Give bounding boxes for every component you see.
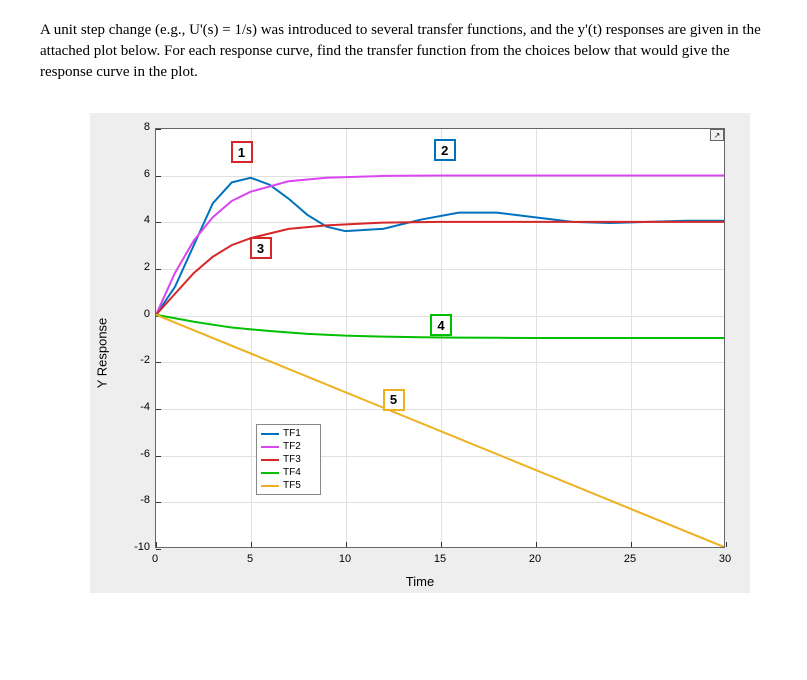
x-axis-label: Time xyxy=(406,574,434,589)
legend-label: TF1 xyxy=(283,428,301,439)
curve-TF2 xyxy=(156,175,724,314)
legend-label: TF4 xyxy=(283,467,301,478)
legend-label: TF5 xyxy=(283,480,301,491)
x-tick-label: 5 xyxy=(247,553,253,565)
curve-label-3: 3 xyxy=(250,237,272,259)
x-tick-label: 15 xyxy=(434,553,446,565)
legend-item: TF4 xyxy=(261,466,316,479)
curve-label-2: 2 xyxy=(434,139,456,161)
legend-swatch xyxy=(261,433,279,435)
legend-item: TF1 xyxy=(261,427,316,440)
chart-container: Y Response Time ↗ 12345TF1TF2TF3TF4TF5 -… xyxy=(90,113,750,593)
curve-label-1: 1 xyxy=(231,141,253,163)
legend-item: TF5 xyxy=(261,479,316,492)
legend: TF1 TF2 TF3 TF4 TF5 xyxy=(256,424,321,495)
x-tick-label: 20 xyxy=(529,553,541,565)
legend-swatch xyxy=(261,485,279,487)
legend-swatch xyxy=(261,446,279,448)
curves-svg xyxy=(156,129,724,547)
y-tick-label: 0 xyxy=(128,308,150,320)
y-tick-label: -2 xyxy=(128,354,150,366)
y-axis-label: Y Response xyxy=(95,318,110,389)
x-tick-label: 10 xyxy=(339,553,351,565)
legend-item: TF3 xyxy=(261,453,316,466)
y-tick-label: -4 xyxy=(128,401,150,413)
legend-swatch xyxy=(261,472,279,474)
x-tick-label: 30 xyxy=(719,553,731,565)
legend-item: TF2 xyxy=(261,440,316,453)
y-tick-label: 8 xyxy=(128,121,150,133)
curve-TF1 xyxy=(156,178,724,315)
curve-label-5: 5 xyxy=(383,389,405,411)
y-tick-label: -6 xyxy=(128,448,150,460)
y-tick-label: -10 xyxy=(128,541,150,553)
curve-TF5 xyxy=(156,315,724,547)
legend-swatch xyxy=(261,459,279,461)
plot-area: ↗ 12345TF1TF2TF3TF4TF5 xyxy=(155,128,725,548)
problem-statement: A unit step change (e.g., U'(s) = 1/s) w… xyxy=(40,20,767,83)
x-tick-label: 25 xyxy=(624,553,636,565)
curve-label-4: 4 xyxy=(430,314,452,336)
x-tick-label: 0 xyxy=(152,553,158,565)
y-tick-label: 6 xyxy=(128,168,150,180)
curve-TF3 xyxy=(156,222,724,315)
y-tick-label: 2 xyxy=(128,261,150,273)
legend-label: TF2 xyxy=(283,441,301,452)
y-tick-label: 4 xyxy=(128,214,150,226)
y-tick-label: -8 xyxy=(128,494,150,506)
legend-label: TF3 xyxy=(283,454,301,465)
